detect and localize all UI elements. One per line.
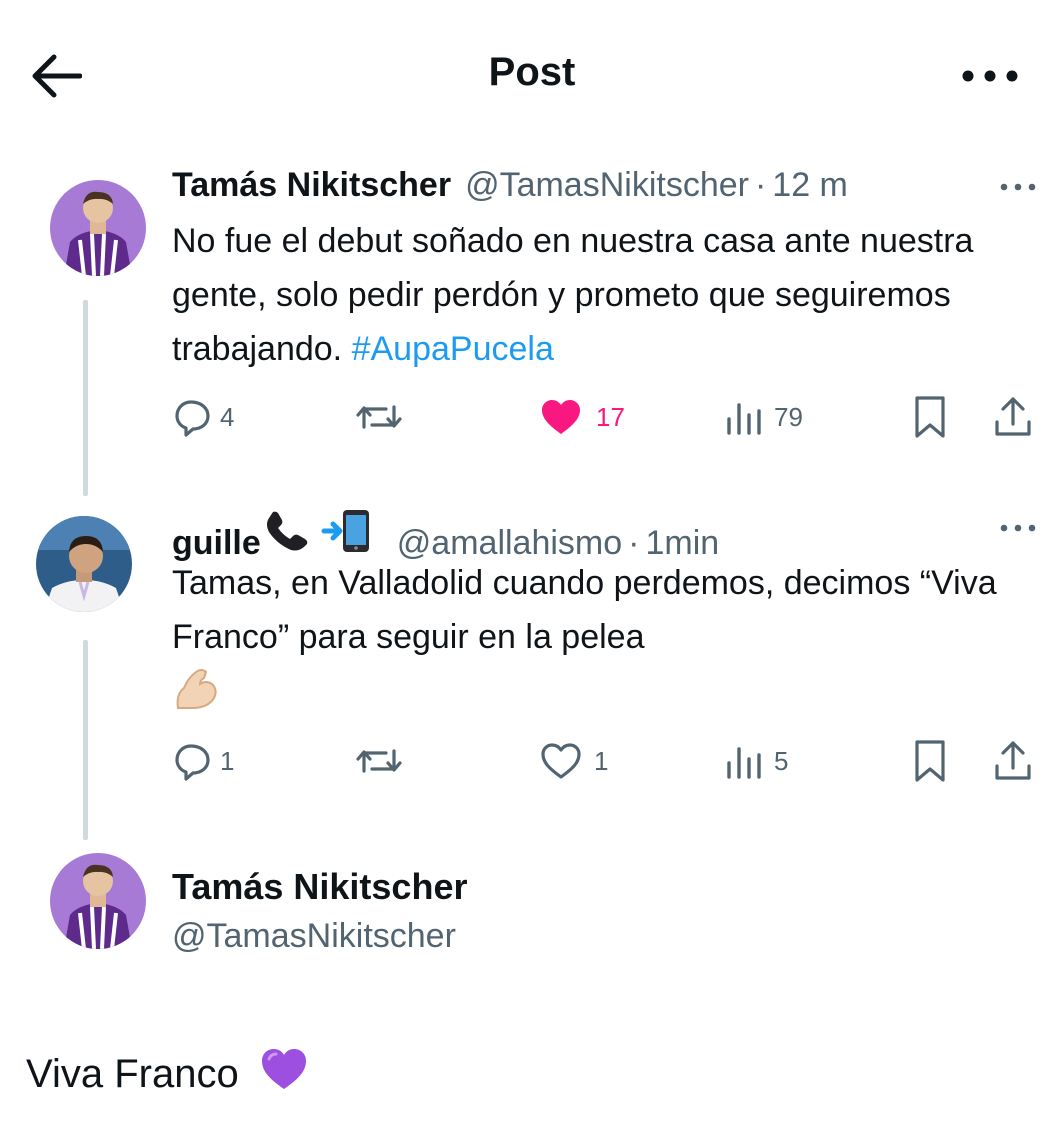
like-button[interactable]: 17	[538, 392, 625, 442]
views-icon	[727, 403, 761, 435]
views-icon	[727, 747, 761, 779]
heart-outline-icon	[541, 743, 581, 779]
reply-button[interactable]: 1	[172, 736, 234, 786]
reply-button[interactable]: 4	[172, 392, 234, 442]
timestamp[interactable]: 12 m	[772, 166, 848, 205]
more-options-icon[interactable]	[998, 177, 1038, 197]
view-count: 79	[774, 401, 803, 432]
avatar[interactable]	[36, 516, 132, 612]
tweet-text: No fue el debut soñado en nuestra casa a…	[172, 214, 1052, 376]
page-title: Post	[488, 50, 576, 94]
thread-line	[83, 300, 88, 496]
like-count: 17	[596, 401, 625, 432]
retweet-icon	[356, 405, 402, 429]
bookmark-button[interactable]	[910, 392, 950, 442]
more-options-icon[interactable]	[958, 58, 1022, 94]
tweet-body: Tamas, en Valladolid cuando perdemos, de…	[172, 564, 997, 656]
views-button[interactable]: 5	[724, 736, 788, 786]
heart-filled-icon	[542, 400, 580, 434]
post-text: Viva Franco	[26, 1046, 309, 1102]
share-icon	[995, 741, 1031, 780]
like-count: 1	[594, 745, 609, 776]
share-button[interactable]	[992, 736, 1034, 786]
bookmark-icon	[915, 396, 945, 438]
author-name[interactable]: Tamás Nikitscher	[172, 866, 467, 908]
hashtag-link[interactable]: #AupaPucela	[352, 330, 554, 368]
reply-count: 4	[220, 401, 235, 432]
reply-icon	[175, 744, 210, 781]
mobile-phone-arrow-icon	[321, 508, 373, 563]
like-button[interactable]: 1	[538, 736, 608, 786]
more-options-icon[interactable]	[998, 518, 1038, 538]
tweet-header: Tamás Nikitscher @TamasNikitscher · 12 m	[172, 166, 848, 210]
author-handle[interactable]: @TamasNikitscher	[172, 917, 456, 956]
tweet-body: No fue el debut soñado en nuestra casa a…	[172, 222, 974, 368]
retweet-icon	[356, 749, 402, 773]
thread-line	[83, 640, 88, 840]
separator-dot: ·	[754, 166, 767, 204]
post-body: Viva Franco	[26, 1051, 239, 1096]
avatar[interactable]	[50, 180, 146, 276]
author-handle[interactable]: @TamasNikitscher	[465, 166, 749, 205]
bookmark-icon	[915, 740, 945, 782]
share-button[interactable]	[992, 392, 1034, 442]
retweet-button[interactable]	[354, 392, 404, 442]
view-count: 5	[774, 745, 789, 776]
author-name[interactable]: Tamás Nikitscher	[172, 166, 451, 205]
reply-icon	[175, 400, 210, 437]
bookmark-button[interactable]	[910, 736, 950, 786]
flexed-biceps-icon	[172, 664, 1042, 718]
tweet-text: Tamas, en Valladolid cuando perdemos, de…	[172, 556, 1042, 718]
avatar[interactable]	[50, 853, 146, 949]
tweet-header: guille @amallahismo · 1min	[172, 508, 719, 562]
views-button[interactable]: 79	[724, 392, 803, 442]
share-icon	[995, 397, 1031, 436]
purple-heart-icon	[259, 1046, 309, 1102]
retweet-button[interactable]	[354, 736, 404, 786]
reply-count: 1	[220, 745, 235, 776]
